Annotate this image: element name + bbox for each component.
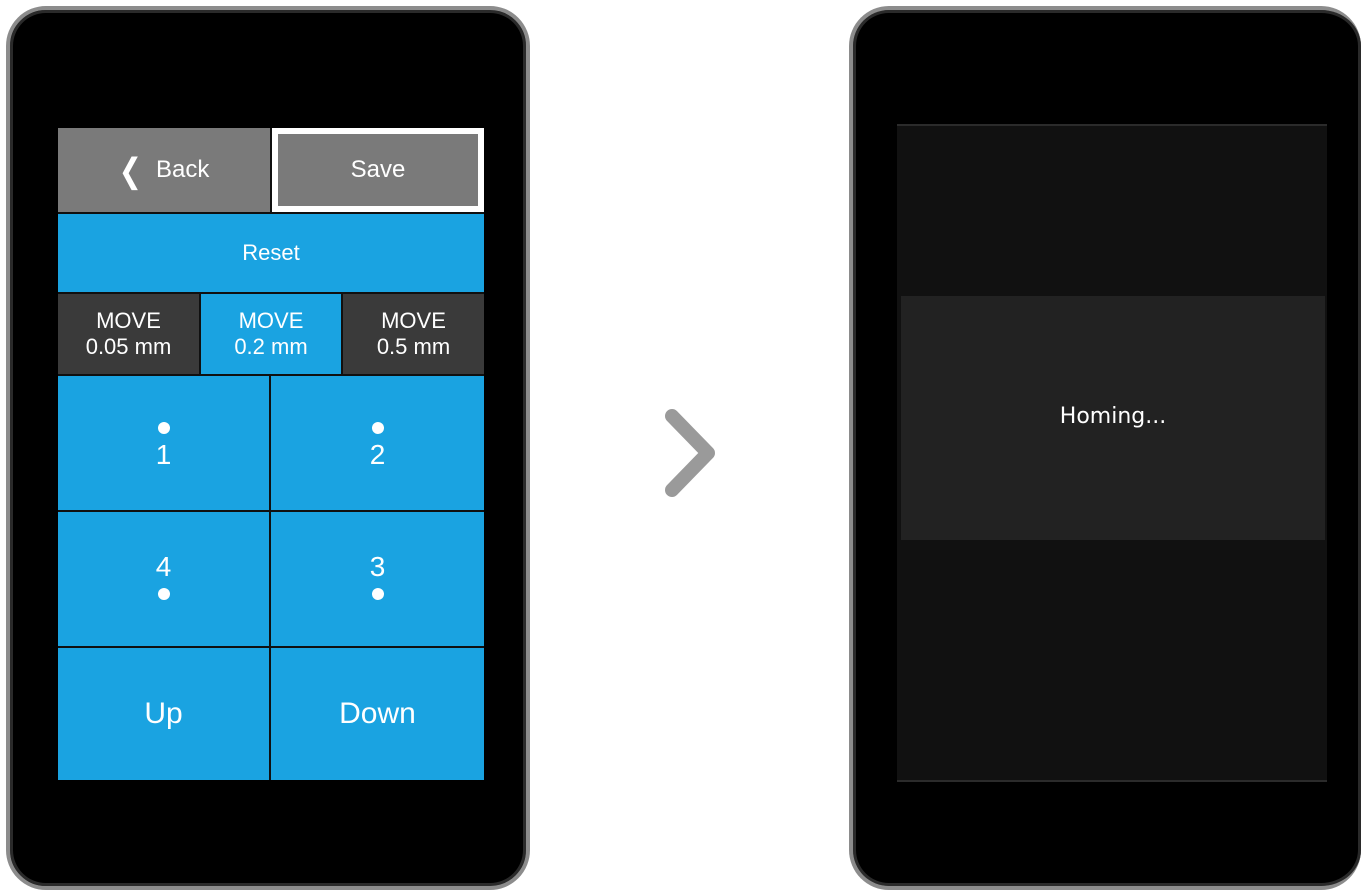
move-title: MOVE — [96, 308, 161, 333]
homing-screen: Homing... — [897, 124, 1327, 782]
up-label: Up — [144, 697, 183, 730]
point-label: 1 — [155, 439, 172, 470]
move-amount: 0.2 mm — [234, 334, 308, 359]
dot-icon — [371, 422, 384, 434]
down-button[interactable]: Down — [271, 648, 484, 780]
up-button[interactable]: Up — [58, 648, 269, 780]
dot-icon — [157, 588, 170, 600]
move-amount: 0.05 mm — [85, 334, 172, 359]
point-3-button[interactable]: 3 — [271, 512, 484, 646]
move-0-2mm-button[interactable]: MOVE 0.2 mm — [201, 294, 341, 374]
move-title: MOVE — [238, 308, 304, 333]
chevron-left-icon: ❮ — [118, 151, 143, 189]
save-label: Save — [350, 156, 406, 183]
device-frame-right: Homing... — [849, 6, 1361, 890]
point-label: 4 — [155, 551, 172, 582]
back-label: Back — [156, 156, 210, 183]
point-2-button[interactable]: 2 — [271, 376, 484, 510]
move-amount: 0.5 mm — [376, 334, 451, 359]
calibration-screen: ❮ Back Save Reset MOVE 0.05 mm MOVE 0.2 … — [58, 128, 484, 780]
dot-icon — [157, 422, 170, 434]
point-1-button[interactable]: 1 — [58, 376, 269, 510]
point-4-button[interactable]: 4 — [58, 512, 269, 646]
reset-label: Reset — [242, 240, 300, 265]
back-button[interactable]: ❮ Back — [58, 128, 270, 212]
dot-icon — [371, 588, 384, 600]
down-label: Down — [339, 697, 416, 730]
chevron-right-icon — [665, 409, 715, 497]
save-button[interactable]: Save — [272, 128, 484, 212]
reset-button[interactable]: Reset — [58, 214, 484, 292]
homing-message-panel: Homing... — [901, 296, 1325, 540]
move-0-5mm-button[interactable]: MOVE 0.5 mm — [343, 294, 484, 374]
homing-status-text: Homing... — [1059, 404, 1167, 429]
point-label: 3 — [369, 551, 386, 582]
device-frame-left: ❮ Back Save Reset MOVE 0.05 mm MOVE 0.2 … — [6, 6, 530, 890]
move-0-05mm-button[interactable]: MOVE 0.05 mm — [58, 294, 199, 374]
move-title: MOVE — [381, 308, 446, 333]
point-label: 2 — [369, 439, 386, 470]
